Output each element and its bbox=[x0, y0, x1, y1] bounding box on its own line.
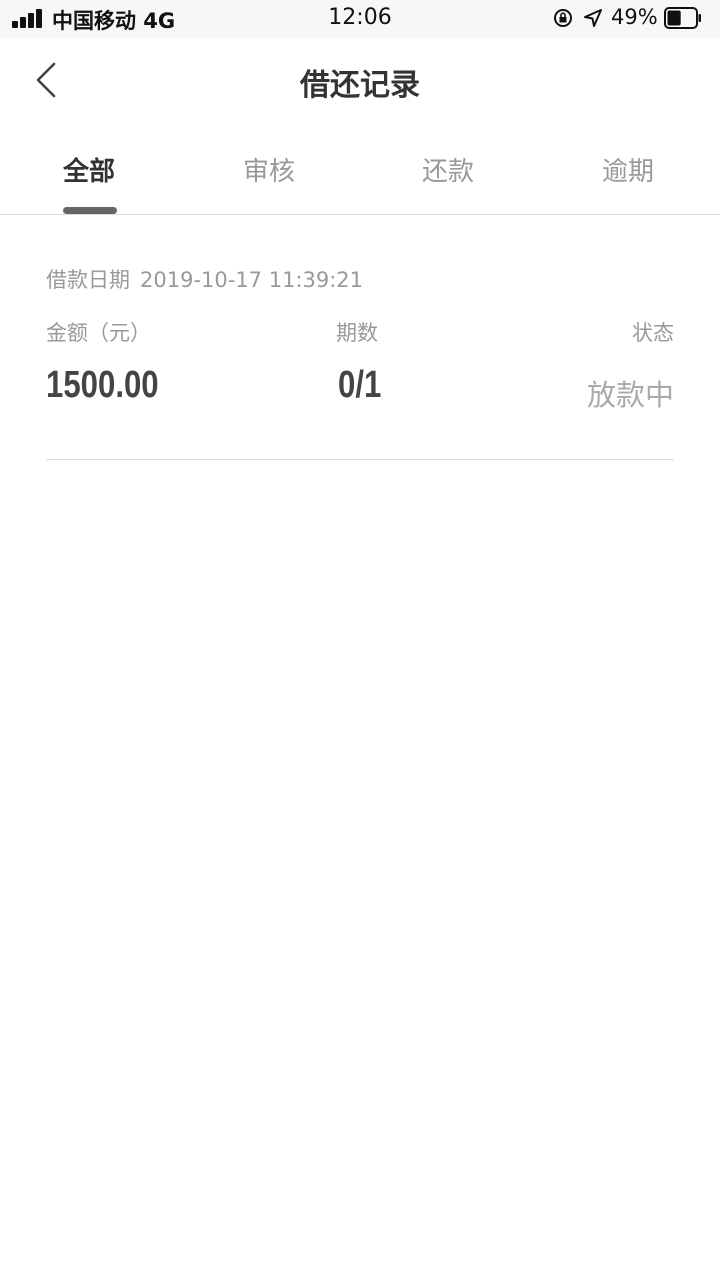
location-arrow-icon bbox=[584, 9, 602, 27]
tab-review-label: 审核 bbox=[243, 157, 296, 187]
tab-overdue[interactable]: 逾期 bbox=[540, 126, 720, 214]
loan-date-row: 借款日期 2019-10-17 11:39:21 bbox=[46, 264, 363, 294]
battery-percentage: 49% bbox=[611, 5, 658, 29]
amount-label: 金额（元） bbox=[46, 321, 151, 345]
period-value: 0/1 bbox=[338, 364, 382, 406]
loan-record[interactable]: 借款日期 2019-10-17 11:39:21 金额（元） 1500.00 期数… bbox=[46, 214, 674, 460]
tab-bar: 全部 审核 还款 逾期 bbox=[0, 126, 720, 215]
status-bar: 中国移动 4G 12:06 49% bbox=[0, 0, 720, 38]
period-label: 期数 bbox=[336, 321, 378, 345]
tab-active-indicator bbox=[63, 207, 117, 214]
tab-all[interactable]: 全部 bbox=[0, 126, 180, 214]
loan-date-value: 2019-10-17 11:39:21 bbox=[140, 268, 364, 292]
battery-icon bbox=[664, 7, 701, 29]
tab-all-label: 全部 bbox=[63, 157, 116, 187]
status-label: 状态 bbox=[632, 321, 674, 345]
tab-overdue-label: 逾期 bbox=[602, 157, 655, 187]
page-title: 借还记录 bbox=[300, 68, 420, 103]
tab-repayment[interactable]: 还款 bbox=[360, 126, 540, 214]
nav-bar: 借还记录 bbox=[0, 38, 720, 126]
tab-repayment-label: 还款 bbox=[422, 157, 475, 187]
tab-review[interactable]: 审核 bbox=[180, 126, 360, 214]
rotation-lock-icon bbox=[554, 9, 572, 27]
amount-value: 1500.00 bbox=[46, 364, 159, 406]
loan-date-label: 借款日期 bbox=[46, 268, 130, 292]
status-badge: 放款中 bbox=[586, 378, 674, 412]
